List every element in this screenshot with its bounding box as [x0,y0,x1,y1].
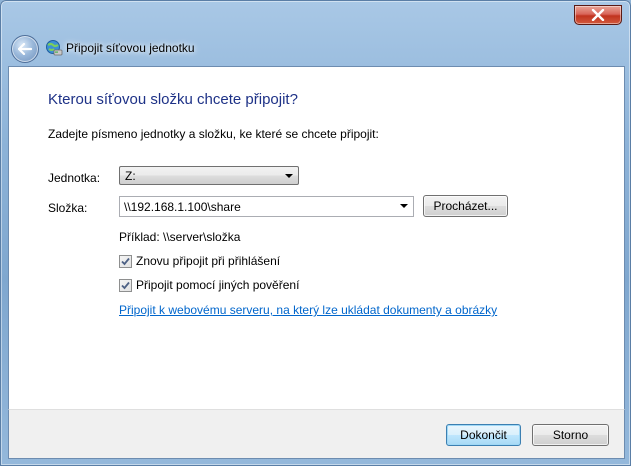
example-text: Příklad: \\server\složka [119,230,241,244]
folder-label: Složka: [48,201,88,215]
chevron-down-icon[interactable] [400,204,408,208]
other-credentials-checkbox[interactable] [119,279,132,292]
close-icon [591,9,605,21]
other-credentials-label[interactable]: Připojit pomocí jiných pověření [136,278,299,292]
cancel-button[interactable]: Storno [532,424,609,446]
reconnect-label[interactable]: Znovu připojit při přihlášení [136,254,280,268]
drive-select[interactable]: Z: [119,166,299,185]
web-server-link[interactable]: Připojit k webovému serveru, na který lz… [119,303,497,317]
drive-select-value: Z: [125,169,136,183]
checkmark-icon [121,281,130,290]
window-frame: Připojit síťovou jednotku Kterou síťovou… [0,0,631,466]
back-arrow-icon [18,43,32,55]
checkmark-icon [121,257,130,266]
folder-input-value: \\192.168.1.100\share [124,200,241,214]
network-drive-icon [46,40,63,56]
dialog-footer: Dokončit Storno [8,409,625,459]
page-heading: Kterou síťovou složku chcete připojit? [48,91,298,108]
close-button[interactable] [574,5,622,25]
dialog-content: Kterou síťovou složku chcete připojit? Z… [8,66,625,410]
reconnect-checkbox[interactable] [119,255,132,268]
chevron-down-icon [285,174,293,178]
finish-button[interactable]: Dokončit [446,424,521,446]
browse-button[interactable]: Procházet... [423,195,508,217]
drive-label: Jednotka: [48,171,101,185]
window-title: Připojit síťovou jednotku [66,41,195,55]
instruction-text: Zadejte písmeno jednotky a složku, ke kt… [48,127,379,141]
folder-input[interactable]: \\192.168.1.100\share [119,196,414,217]
back-button[interactable] [11,35,39,63]
